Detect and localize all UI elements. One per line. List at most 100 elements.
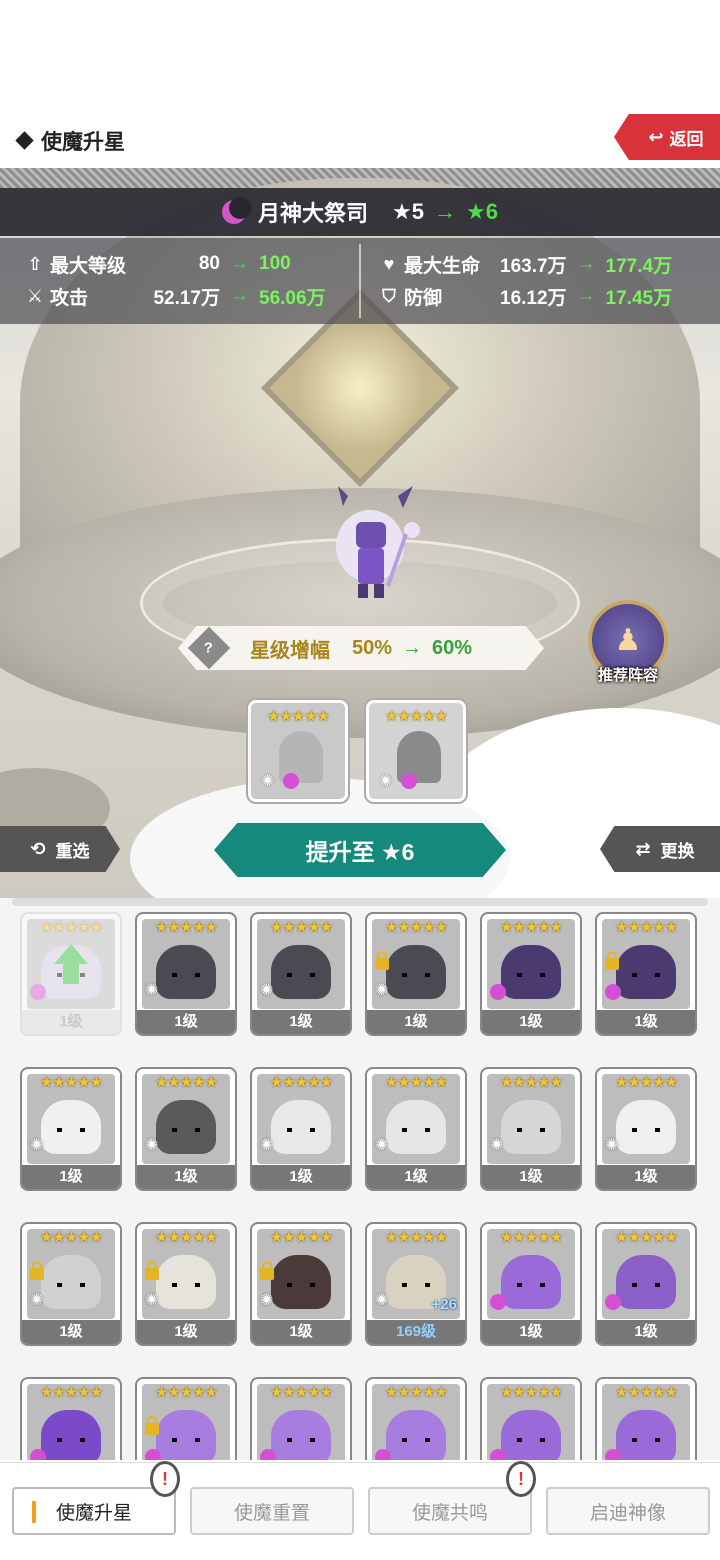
portrait-eyes bbox=[287, 1438, 315, 1442]
familiar-card[interactable]: ★★★★★ bbox=[135, 1377, 237, 1460]
familiar-card[interactable]: ★★★★★ 1级 bbox=[480, 1222, 582, 1346]
star-rating: ★★★★★ bbox=[269, 1384, 333, 1401]
moon-element-icon bbox=[605, 984, 621, 1000]
back-button[interactable]: ↩ 返回 bbox=[614, 114, 720, 160]
familiar-level: 1级 bbox=[482, 1320, 580, 1344]
familiar-card[interactable]: ★★★★★ 1级 bbox=[595, 912, 697, 1036]
familiar-grid[interactable]: ★★★★★ 1级 ★★★★★ ✺ 1级 ★★★★★ ✺ 1级 ★★★★★ ✺ 1级 ★★★★★ 1级 ★★… bbox=[0, 898, 720, 1460]
arrow-right-icon: → bbox=[434, 199, 456, 224]
lock-icon bbox=[375, 951, 389, 970]
arrow-right-icon: → bbox=[576, 253, 596, 274]
moon-element-icon bbox=[222, 197, 252, 224]
portrait-head bbox=[386, 1100, 446, 1154]
arrow-right-icon: → bbox=[576, 285, 596, 306]
sun-element-icon: ✺ bbox=[261, 773, 275, 790]
stats-panel: ⇧ 最大等级 80 → 100 ⚔ 攻击 52.17万 → 56.06万 ♥ 最… bbox=[0, 238, 720, 324]
star-rating: ★★★★★ bbox=[39, 1074, 103, 1091]
star-rating: ★★★★★ bbox=[499, 1229, 563, 1246]
recommended-team-button[interactable]: ♟ 推荐阵容 bbox=[584, 600, 672, 696]
stat-max-level: ⇧ 最大等级 80 → 100 bbox=[24, 249, 290, 279]
familiar-card[interactable]: ★★★★★ ✺ 1级 bbox=[480, 1067, 582, 1191]
portrait-head bbox=[386, 945, 446, 999]
familiar-character bbox=[336, 486, 420, 598]
lock-icon bbox=[30, 1261, 44, 1280]
tab-star-up[interactable]: 使魔升星 ! bbox=[12, 1461, 180, 1535]
tab-statue[interactable]: 启迪神像 bbox=[546, 1487, 710, 1535]
familiar-card[interactable]: ★★★★★ bbox=[250, 1377, 352, 1460]
familiar-name: 月神大祭司 bbox=[258, 201, 369, 226]
familiar-level: 1级 bbox=[22, 1010, 120, 1034]
familiar-level: 1级 bbox=[367, 1010, 465, 1034]
portrait-eyes bbox=[632, 973, 660, 977]
sun-element-icon: ✺ bbox=[260, 1137, 274, 1154]
portrait-head bbox=[501, 1100, 561, 1154]
star-rating: ★★★★★ bbox=[154, 1384, 218, 1401]
portrait-head bbox=[156, 1255, 216, 1309]
alert-icon: ! bbox=[506, 1461, 536, 1497]
swap-button[interactable]: ⇄ 更换 bbox=[600, 826, 720, 872]
portrait-eyes bbox=[57, 1283, 85, 1287]
familiar-card[interactable]: ★★★★★ ✺ 1级 bbox=[135, 1222, 237, 1346]
tab-resonance[interactable]: 使魔共鸣 ! bbox=[368, 1461, 536, 1535]
sun-element-icon: ✺ bbox=[145, 982, 159, 999]
portrait-head bbox=[41, 1410, 101, 1460]
portrait-eyes bbox=[402, 1283, 430, 1287]
reselect-button[interactable]: ⟲ 重选 bbox=[0, 826, 120, 872]
sun-element-icon: ✺ bbox=[30, 1137, 44, 1154]
familiar-card[interactable]: ★★★★★ ✺ 1级 bbox=[365, 1067, 467, 1191]
portrait-eyes bbox=[57, 1128, 85, 1132]
portrait-head bbox=[271, 1255, 331, 1309]
lock-icon bbox=[260, 1261, 274, 1280]
portrait-head bbox=[501, 1410, 561, 1460]
star-rating: ★★★★★ bbox=[614, 919, 678, 936]
familiar-card[interactable]: ★★★★★ ✺ 1级 bbox=[250, 912, 352, 1036]
upgrade-arrow-icon bbox=[54, 944, 88, 986]
material-slot-1[interactable]: ★★★★★ ✺ bbox=[248, 700, 348, 802]
familiar-card[interactable]: ★★★★★ bbox=[480, 1377, 582, 1460]
star-rating: ★★★★★ bbox=[39, 1229, 103, 1246]
familiar-card[interactable]: ★★★★★ bbox=[20, 1377, 122, 1460]
tab-reset[interactable]: 使魔重置 bbox=[190, 1487, 354, 1535]
familiar-card[interactable]: ★★★★★ bbox=[365, 1377, 467, 1460]
familiar-card[interactable]: ★★★★★ 1级 bbox=[480, 912, 582, 1036]
familiar-card[interactable]: ★★★★★ 1级 bbox=[595, 1222, 697, 1346]
portrait-eyes bbox=[632, 1438, 660, 1442]
portrait-eyes bbox=[632, 1283, 660, 1287]
familiar-card[interactable]: ★★★★★ ✺ +26 169级 bbox=[365, 1222, 467, 1346]
familiar-level: 1级 bbox=[252, 1165, 350, 1189]
familiar-card[interactable]: ★★★★★ ✺ 1级 bbox=[250, 1067, 352, 1191]
material-slot-2[interactable]: ★★★★★ ✺ bbox=[366, 700, 466, 802]
sun-element-icon: ✺ bbox=[145, 1137, 159, 1154]
moon-element-icon bbox=[145, 1449, 161, 1460]
upgrade-star-button[interactable]: 提升至 ★6 bbox=[214, 823, 506, 877]
help-icon[interactable]: ? bbox=[187, 626, 231, 670]
arrow-right-icon: → bbox=[230, 285, 249, 306]
attack-icon: ⚔ bbox=[26, 285, 44, 306]
familiar-card[interactable]: ★★★★★ ✺ 1级 bbox=[595, 1067, 697, 1191]
moon-element-icon bbox=[375, 1449, 391, 1460]
sun-element-icon: ✺ bbox=[260, 982, 274, 999]
scrollbar[interactable] bbox=[12, 898, 708, 906]
portrait-head bbox=[156, 1410, 216, 1460]
familiar-card[interactable]: ★★★★★ bbox=[595, 1377, 697, 1460]
familiar-card[interactable]: ★★★★★ 1级 bbox=[20, 912, 122, 1036]
portrait-head bbox=[271, 945, 331, 999]
star-rating: ★★★★★ bbox=[154, 1074, 218, 1091]
familiar-card[interactable]: ★★★★★ ✺ 1级 bbox=[135, 1067, 237, 1191]
familiar-card[interactable]: ★★★★★ ✺ 1级 bbox=[365, 912, 467, 1036]
portrait-head bbox=[616, 1100, 676, 1154]
portrait-head bbox=[616, 1255, 676, 1309]
portrait-head bbox=[616, 1410, 676, 1460]
diamond-icon bbox=[15, 131, 34, 150]
star-rating: ★★★★★ bbox=[384, 1074, 448, 1091]
familiar-card[interactable]: ★★★★★ ✺ 1级 bbox=[20, 1067, 122, 1191]
portrait-eyes bbox=[402, 1438, 430, 1442]
moon-element-icon bbox=[490, 1449, 506, 1460]
portrait-eyes bbox=[632, 1128, 660, 1132]
familiar-card[interactable]: ★★★★★ ✺ 1级 bbox=[250, 1222, 352, 1346]
familiar-card[interactable]: ★★★★★ ✺ 1级 bbox=[20, 1222, 122, 1346]
status-bar-area bbox=[0, 0, 720, 112]
star-rating: ★★★★★ bbox=[39, 919, 103, 936]
portrait-head bbox=[616, 945, 676, 999]
familiar-card[interactable]: ★★★★★ ✺ 1级 bbox=[135, 912, 237, 1036]
